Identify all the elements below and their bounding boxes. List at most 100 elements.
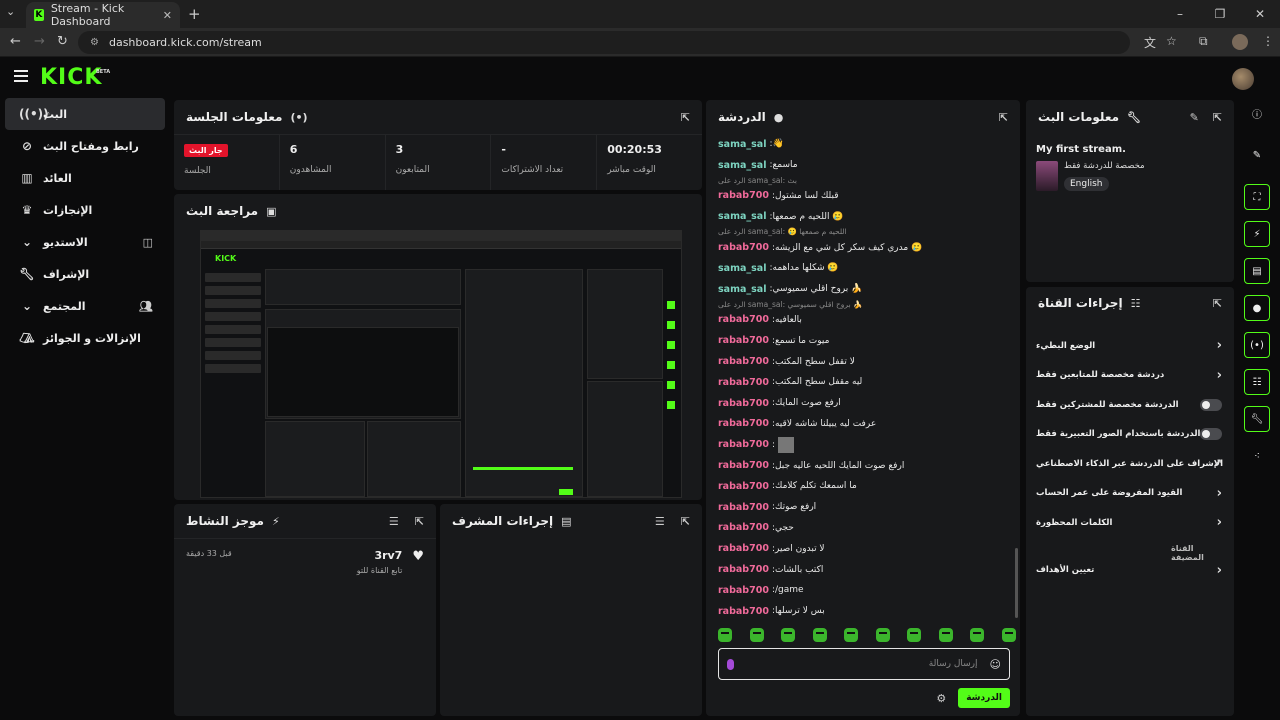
popout-icon[interactable]: ⇱ (681, 111, 690, 124)
chat-message[interactable]: rabab700: ليه مقفل سطح المكتب (718, 372, 1012, 393)
chat-message[interactable]: rabab700: لا تقفل سطح المكتب (718, 351, 1012, 372)
edit-pencil-icon[interactable]: ✎ (1244, 142, 1270, 168)
minimize-icon[interactable]: – (1160, 0, 1200, 28)
emoji-picker-icon[interactable]: ☺ (990, 658, 1001, 671)
chat-bubble-icon[interactable]: ● (1244, 295, 1270, 321)
hamburger-menu-icon[interactable] (14, 70, 28, 82)
back-icon[interactable]: ← (10, 34, 21, 49)
chat-message[interactable]: sama_sal: شكلها مداهمه 🥲 (718, 258, 1012, 279)
emote-icon[interactable] (970, 628, 985, 642)
chat-username[interactable]: rabab700 (718, 564, 769, 575)
edit-pencil-icon[interactable]: ✎ (1190, 111, 1199, 124)
sidebar-item-stream[interactable]: ((•)) البث (5, 98, 165, 130)
browser-tab[interactable]: K Stream - Kick Dashboard ✕ (26, 2, 180, 28)
chat-message[interactable]: sama_sal: 👋 (718, 134, 1012, 155)
microphone-icon[interactable] (727, 658, 734, 670)
restore-icon[interactable]: ❐ (1200, 0, 1240, 28)
emote-icon[interactable] (907, 628, 922, 642)
emote-icon[interactable] (1001, 628, 1016, 642)
activity-user[interactable]: 3rv7 (357, 549, 402, 562)
chat-message[interactable]: rabab700: بس لا ترسلها (718, 601, 1012, 622)
chat-username[interactable]: rabab700 (718, 335, 769, 346)
chat-message[interactable]: rabab700: ميوت ما تسمع (718, 330, 1012, 351)
chat-message[interactable]: rabab700: حجي (718, 518, 1012, 539)
chat-username[interactable]: rabab700 (718, 398, 769, 409)
chat-message[interactable]: sama_sal: اللحيه م صمعها 🥲 (718, 206, 1012, 227)
chat-username[interactable]: rabab700 (718, 314, 769, 325)
chat-message[interactable]: rabab700: (718, 434, 1012, 455)
chat-username[interactable]: rabab700 (718, 606, 769, 617)
translate-icon[interactable]: 文 (1144, 34, 1156, 51)
user-avatar[interactable] (1232, 68, 1254, 90)
sidebar-item-stream-key[interactable]: ⊘ رابط ومفتاح البث (5, 130, 165, 162)
emote-icon[interactable] (718, 628, 732, 642)
account-age-action[interactable]: القيود المفروضة على عمر الحساب › (1026, 479, 1234, 509)
info-icon[interactable]: ⓘ (1244, 100, 1270, 126)
stream-preview-video[interactable]: KICK (200, 230, 682, 498)
chat-username[interactable]: sama_sal (718, 284, 766, 295)
wrench-icon[interactable]: 🔧︎ (1244, 406, 1270, 432)
popout-icon[interactable]: ⇱ (999, 111, 1008, 124)
popout-icon[interactable]: ⇱ (681, 515, 690, 528)
ai-moderation-action[interactable]: الإشراف على الدردشة عبر الذكاء الاصطناعي… (1026, 449, 1234, 479)
lightning-icon[interactable]: ⚡︎ (1244, 221, 1270, 247)
sidebar-item-studio[interactable]: ⌄ الاستديو ◫ (5, 226, 165, 258)
extensions-icon[interactable]: ⧉ (1199, 34, 1208, 49)
chat-message[interactable]: rabab700: ما اسمعك تكلم كلامك (718, 476, 1012, 497)
bookmark-star-icon[interactable]: ☆ (1166, 34, 1177, 48)
emote-icon[interactable] (844, 628, 859, 642)
forward-icon[interactable]: → (34, 34, 45, 49)
chat-username[interactable]: rabab700 (718, 460, 769, 471)
chat-input[interactable]: إرسال رسالة ☺ (718, 648, 1010, 680)
chat-message[interactable]: rabab700: اكتب بالشات (718, 559, 1012, 580)
chat-username[interactable]: rabab700 (718, 418, 769, 429)
emote-icon[interactable] (781, 628, 796, 642)
emotes-only-toggle[interactable] (1200, 428, 1222, 441)
chat-username[interactable]: rabab700 (718, 377, 769, 388)
popout-icon[interactable]: ⇱ (1213, 111, 1222, 124)
chat-settings-icon[interactable]: ⚙ (936, 692, 946, 705)
subscribers-only-toggle[interactable] (1200, 398, 1222, 411)
kick-logo[interactable]: KICK (40, 65, 102, 90)
site-info-icon[interactable]: ⚙ (90, 37, 99, 48)
popout-icon[interactable]: ⇱ (1213, 297, 1222, 310)
chat-message[interactable]: rabab700: مدري كيف سكر كل شي مع الزيشه 🥲 (718, 237, 1012, 258)
chat-message[interactable]: rabab700: عرفت ليه يبيلنا شاشه لاقيه (718, 414, 1012, 435)
filter-icon[interactable]: ☰ (655, 515, 665, 528)
chat-message-list[interactable]: sama_sal: 👋 sama_sal: ماسمع الرد على sama_… (706, 134, 1020, 624)
emote-icon[interactable] (812, 628, 827, 642)
chat-username[interactable]: rabab700 (718, 242, 769, 253)
browser-profile-avatar[interactable] (1232, 34, 1248, 50)
sidebar-item-community[interactable]: ⌄ المجتمع 👥︎ (5, 290, 165, 322)
set-goals-action[interactable]: تعيين الأهداف › (1026, 556, 1234, 586)
close-window-icon[interactable]: ✕ (1240, 0, 1280, 28)
close-tab-icon[interactable]: ✕ (163, 9, 172, 22)
chat-username[interactable]: sama_sal (718, 160, 766, 171)
sidebar-item-revenue[interactable]: ▥ العائد (5, 162, 165, 194)
chat-message[interactable]: rabab700: لا تبدون اصير (718, 538, 1012, 559)
chat-username[interactable]: rabab700 (718, 585, 769, 596)
preview-toggle-icon[interactable]: ⛶ (1244, 184, 1270, 210)
chat-message[interactable]: sama_sal: بروح اقلي سميوسي 🍌 (718, 279, 1012, 300)
emote-icon[interactable] (938, 628, 953, 642)
tab-search-icon[interactable]: ⌄ (6, 5, 15, 18)
document-icon[interactable]: ▤ (1244, 258, 1270, 284)
chat-message[interactable]: rabab700: ارفع صوتك (718, 497, 1012, 518)
chat-username[interactable]: rabab700 (718, 543, 769, 554)
sidebar-item-achievements[interactable]: ♛ الإنجازات (5, 194, 165, 226)
popout-icon[interactable]: ⇱ (415, 515, 424, 528)
emote-icon[interactable] (749, 628, 764, 642)
chat-username[interactable]: rabab700 (718, 190, 769, 201)
chat-username[interactable]: rabab700 (718, 481, 769, 492)
filter-icon[interactable]: ☰ (389, 515, 399, 528)
followers-only-action[interactable]: دردشة مخصصة للمتابعين فقط › (1026, 361, 1234, 391)
chat-username[interactable]: sama_sal (718, 211, 766, 222)
chat-message[interactable]: rabab700: ارفع صوت المايك (718, 393, 1012, 414)
chat-username[interactable]: sama_sal (718, 263, 766, 274)
browser-menu-icon[interactable]: ⋮ (1262, 34, 1274, 48)
chat-message[interactable]: rabab700: ارفع صوت المايك اللحيه عاليه ج… (718, 455, 1012, 476)
reload-icon[interactable]: ↻ (57, 34, 68, 49)
slow-mode-action[interactable]: الوضع البطيء › (1026, 331, 1234, 361)
chat-message[interactable]: rabab700: قبلك لسا مشتول (718, 186, 1012, 207)
live-signal-icon[interactable]: (•) (1244, 332, 1270, 358)
